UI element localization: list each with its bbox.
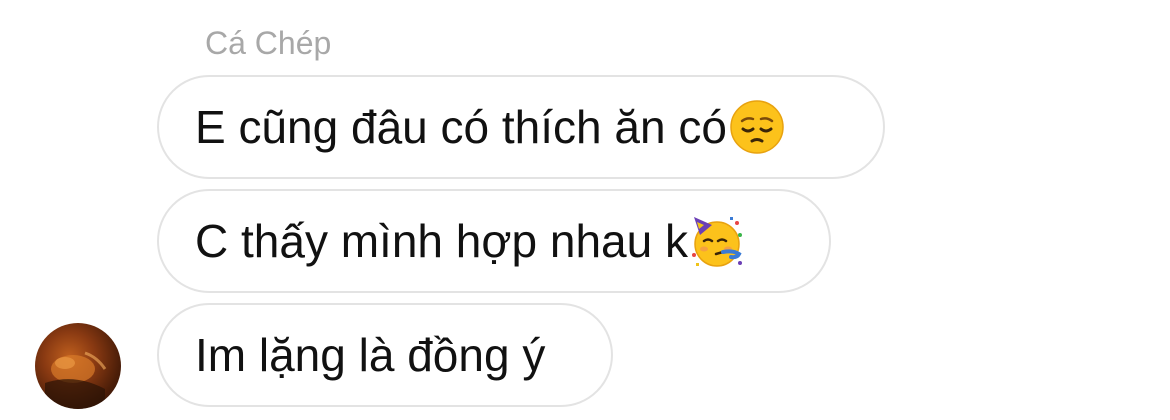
avatar-image <box>45 351 107 409</box>
message-content: Im lặng là đồng ý <box>195 327 545 383</box>
message-bubble[interactable]: C thấy mình hợp nhau k <box>157 189 831 293</box>
message-bubble[interactable]: E cũng đâu có thích ăn có <box>157 75 885 179</box>
message-text: C thấy mình hợp nhau k <box>195 215 688 267</box>
message-content: E cũng đâu có thích ăn có <box>195 99 785 155</box>
partying-face-icon <box>692 217 742 267</box>
pensive-face-icon <box>730 100 784 154</box>
message-bubble[interactable]: Im lặng là đồng ý <box>157 303 613 407</box>
avatar[interactable] <box>35 323 121 409</box>
sender-name: Cá Chép <box>205 25 332 61</box>
message-content: C thấy mình hợp nhau k <box>195 213 746 269</box>
message-text: Im lặng là đồng ý <box>195 329 546 381</box>
message-text: E cũng đâu có thích ăn có <box>195 101 727 153</box>
